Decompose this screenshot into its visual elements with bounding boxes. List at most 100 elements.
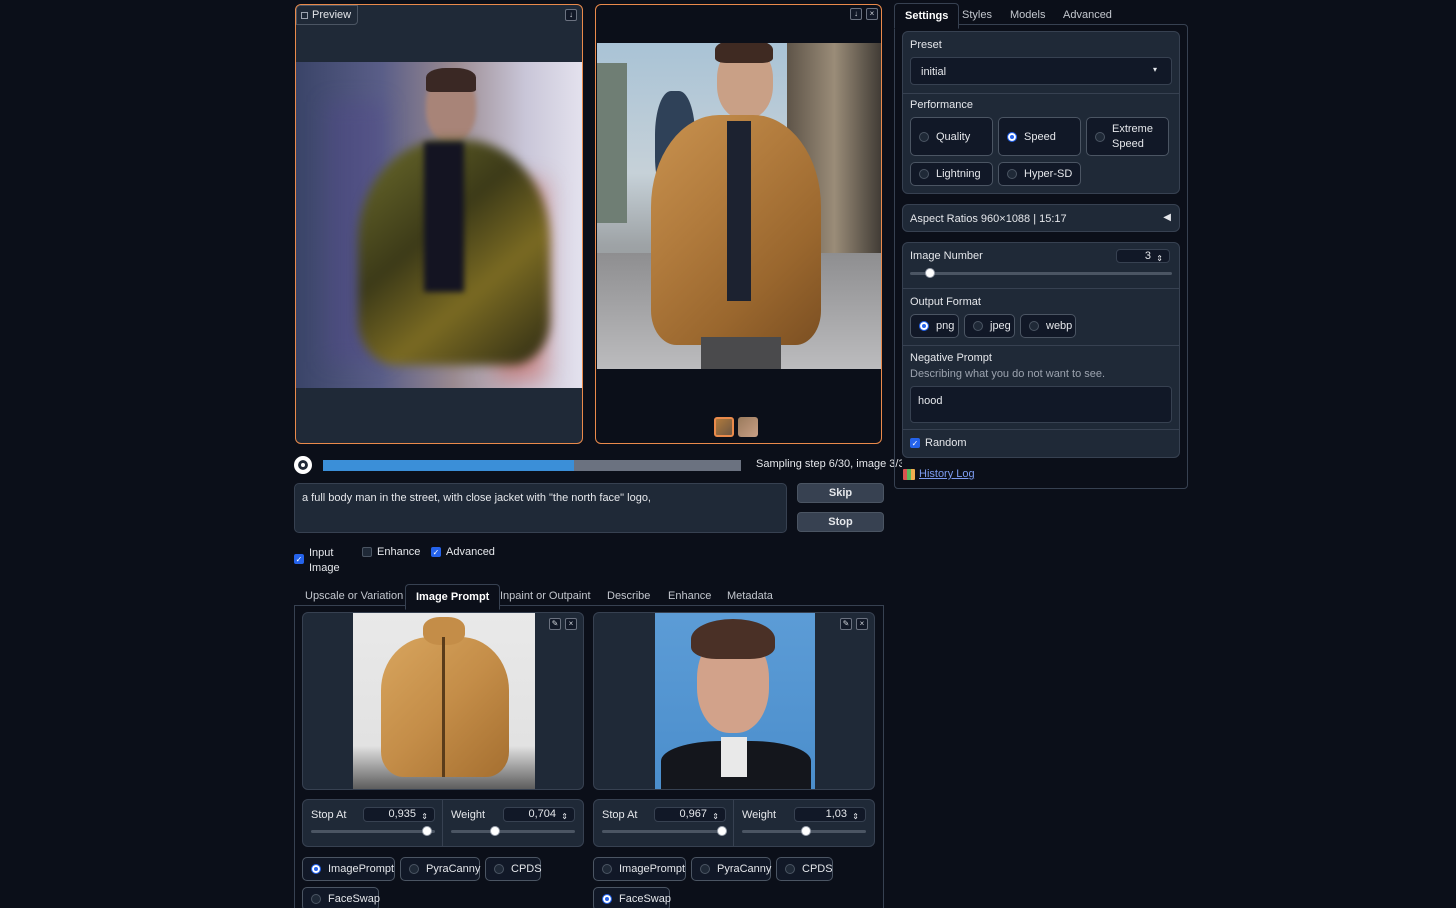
spinner-icon[interactable]: ⇕ xyxy=(1156,252,1163,265)
performance-quality[interactable]: Quality xyxy=(910,117,993,156)
tab-models[interactable]: Models xyxy=(1010,9,1045,21)
tab-inpaint-or-outpaint[interactable]: Inpaint or Outpaint xyxy=(500,590,591,602)
edit-icon[interactable]: ✎ xyxy=(840,618,852,630)
stop-at-input[interactable]: 0,935 ⇕ xyxy=(363,807,435,822)
performance-label: Performance xyxy=(910,99,973,111)
tab-styles[interactable]: Styles xyxy=(962,9,992,21)
gallery-panel: ↓ × xyxy=(595,4,882,444)
tab-image-prompt[interactable]: Image Prompt xyxy=(405,584,501,610)
stop-at-slider-handle[interactable] xyxy=(421,826,432,836)
edit-icon[interactable]: ✎ xyxy=(549,618,561,630)
skip-button[interactable]: Skip xyxy=(797,483,884,503)
ip1-type-cpds[interactable]: CPDS xyxy=(485,857,542,881)
stop-at-label: Stop At xyxy=(602,809,638,821)
weight-input[interactable]: 0,704 ⇕ xyxy=(503,807,575,822)
preview-image xyxy=(296,62,582,388)
tab-settings[interactable]: Settings xyxy=(894,3,960,29)
performance-hyper-sd[interactable]: Hyper-SD xyxy=(998,162,1081,186)
spinner-icon[interactable]: ⇕ xyxy=(561,810,568,823)
download-icon[interactable]: ↓ xyxy=(850,8,862,20)
enhance-checkbox[interactable]: Enhance xyxy=(362,546,420,558)
spinner-icon[interactable]: ⇕ xyxy=(712,810,719,823)
performance-speed[interactable]: Speed xyxy=(998,117,1081,156)
download-icon[interactable]: ↓ xyxy=(565,9,577,21)
radio-selected-icon xyxy=(602,894,612,904)
tab-describe[interactable]: Describe xyxy=(607,590,650,602)
weight-slider-handle[interactable] xyxy=(800,826,811,836)
ip1-type-imageprompt[interactable]: ImagePrompt xyxy=(302,857,395,881)
image-number-input[interactable]: 3 ⇕ xyxy=(1116,249,1170,263)
image-prompt-1-controls: Stop At 0,935 ⇕ Weight 0,704 ⇕ xyxy=(302,799,584,847)
jacket-image xyxy=(353,613,535,789)
image-number-label: Image Number xyxy=(910,250,983,262)
radio-selected-icon xyxy=(311,864,321,874)
advanced-checkbox[interactable]: ✓ Advanced xyxy=(431,546,495,558)
stop-at-slider-track[interactable] xyxy=(311,830,435,833)
generated-image[interactable] xyxy=(597,43,881,369)
tab-upscale-or-variation[interactable]: Upscale or Variation xyxy=(305,590,403,602)
stop-at-label: Stop At xyxy=(311,809,347,821)
performance-extreme-speed[interactable]: Extreme Speed xyxy=(1086,117,1169,156)
input-image-checkbox[interactable]: ✓ Input Image xyxy=(294,546,340,576)
ip2-type-imageprompt[interactable]: ImagePrompt xyxy=(593,857,686,881)
ip1-type-faceswap[interactable]: FaceSwap xyxy=(302,887,380,908)
radio-empty-icon xyxy=(785,864,795,874)
thumbnail[interactable] xyxy=(714,417,734,437)
tab-enhance[interactable]: Enhance xyxy=(668,590,711,602)
books-icon xyxy=(903,468,915,480)
radio-empty-icon xyxy=(1007,169,1017,179)
ip2-type-pyracanny[interactable]: PyraCanny xyxy=(691,857,771,881)
tab-metadata[interactable]: Metadata xyxy=(727,590,773,602)
image-icon xyxy=(301,11,308,19)
radio-selected-icon xyxy=(919,321,929,331)
radio-empty-icon xyxy=(311,894,321,904)
image-number-slider-handle[interactable] xyxy=(925,268,935,278)
random-checkbox[interactable]: ✓ Random xyxy=(910,437,967,449)
output-format-webp[interactable]: webp xyxy=(1020,314,1076,338)
spinner-icon[interactable]: ⇕ xyxy=(852,810,859,823)
radio-empty-icon xyxy=(494,864,504,874)
history-log-link[interactable]: History Log xyxy=(903,468,975,480)
tab-advanced[interactable]: Advanced xyxy=(1063,9,1112,21)
image-prompt-1-upload[interactable]: ✎ × xyxy=(302,612,584,790)
weight-label: Weight xyxy=(742,809,777,821)
weight-slider-track[interactable] xyxy=(451,830,575,833)
progress-bar xyxy=(323,460,741,471)
thumbnail[interactable] xyxy=(738,417,758,437)
negative-prompt-input[interactable]: hood xyxy=(910,386,1172,423)
stop-at-slider-handle[interactable] xyxy=(716,826,727,836)
preset-dropdown[interactable]: initial ▾ xyxy=(910,57,1172,85)
close-icon[interactable]: × xyxy=(866,8,878,20)
prompt-input[interactable]: a full body man in the street, with clos… xyxy=(294,483,787,533)
ip1-type-pyracanny[interactable]: PyraCanny xyxy=(400,857,480,881)
radio-empty-icon xyxy=(602,864,612,874)
loading-spinner-icon xyxy=(294,456,312,474)
image-prompt-2-upload[interactable]: ✎ × xyxy=(593,612,875,790)
progress-fill xyxy=(323,460,574,471)
stop-at-slider-track[interactable] xyxy=(602,830,726,833)
aspect-ratio-accordion[interactable]: Aspect Ratios 960×1088 | 15:17 ◀ xyxy=(902,204,1180,232)
prompt-text: a full body man in the street, with clos… xyxy=(302,492,651,504)
negative-prompt-label: Negative Prompt xyxy=(910,352,992,364)
performance-lightning[interactable]: Lightning xyxy=(910,162,993,186)
stop-button[interactable]: Stop xyxy=(797,512,884,532)
close-icon[interactable]: × xyxy=(565,618,577,630)
preset-label: Preset xyxy=(910,39,942,51)
radio-empty-icon xyxy=(973,321,983,331)
preview-label: Preview xyxy=(296,5,359,25)
weight-input[interactable]: 1,03 ⇕ xyxy=(794,807,866,822)
checkmark-icon: ✓ xyxy=(294,554,304,564)
output-format-jpeg[interactable]: jpeg xyxy=(964,314,1015,338)
weight-slider-handle[interactable] xyxy=(489,826,500,836)
stop-at-input[interactable]: 0,967 ⇕ xyxy=(654,807,726,822)
spinner-icon[interactable]: ⇕ xyxy=(421,810,428,823)
thumbnail-strip xyxy=(714,417,758,437)
close-icon[interactable]: × xyxy=(856,618,868,630)
ip2-type-cpds[interactable]: CPDS xyxy=(776,857,833,881)
output-format-png[interactable]: png xyxy=(910,314,959,338)
radio-empty-icon xyxy=(409,864,419,874)
ip2-type-faceswap[interactable]: FaceSwap xyxy=(593,887,671,908)
preview-panel: Preview ↓ xyxy=(295,4,583,444)
image-number-slider-track[interactable] xyxy=(910,272,1172,275)
checkmark-icon: ✓ xyxy=(431,547,441,557)
